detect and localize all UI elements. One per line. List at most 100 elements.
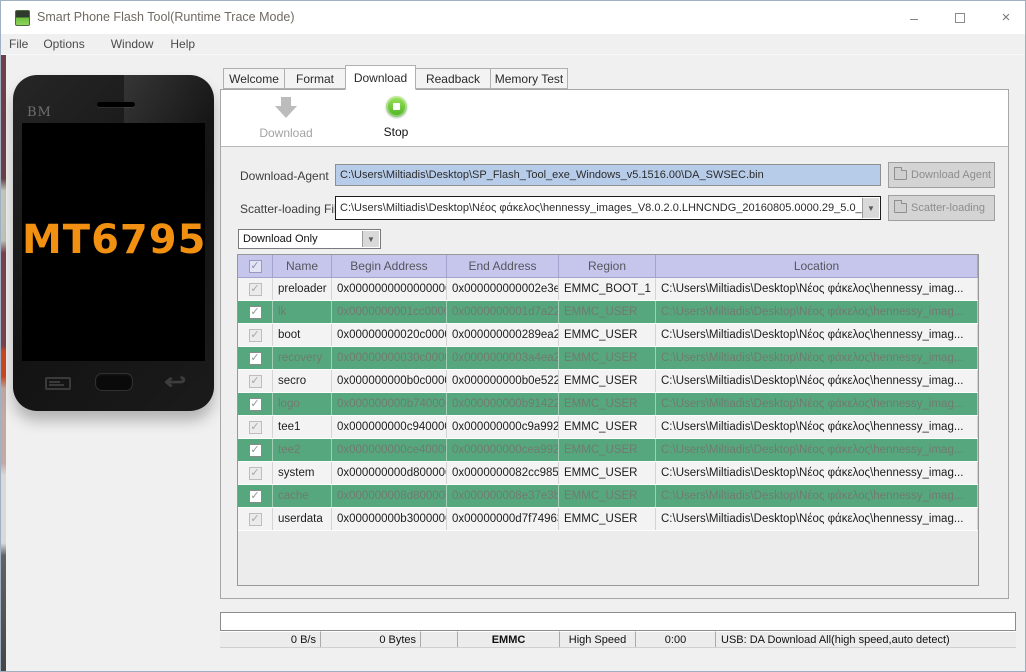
row-checkbox-cell[interactable]: ✓ <box>238 370 273 392</box>
menu-file[interactable]: File <box>9 37 28 51</box>
table-row[interactable]: ✓ recovery 0x00000000030c0000 0x00000000… <box>238 347 978 370</box>
cell-region: EMMC_USER <box>559 439 656 461</box>
menu-options[interactable]: Options <box>43 37 84 51</box>
scatter-file-field[interactable]: C:\Users\Miltiadis\Desktop\Νέος φάκελος\… <box>335 196 881 220</box>
cell-end-address: 0x000000000b91422b <box>447 393 559 415</box>
scatter-browse-button[interactable]: Scatter-loading <box>888 195 995 221</box>
row-checkbox-cell[interactable]: ✓ <box>238 393 273 415</box>
cell-location: C:\Users\Miltiadis\Desktop\Νέος φάκελος\… <box>656 324 978 346</box>
table-row[interactable]: ✓ logo 0x000000000b740000 0x000000000b91… <box>238 393 978 416</box>
cell-location: C:\Users\Miltiadis\Desktop\Νέος φάκελος\… <box>656 485 978 507</box>
cell-begin-address: 0x00000000020c0000 <box>332 324 447 346</box>
phone-home-button <box>95 373 133 391</box>
select-all-checkbox[interactable]: ✓ <box>248 259 262 273</box>
status-bytes: 0 Bytes <box>321 631 421 647</box>
phone-screen: MT6795 <box>22 123 205 361</box>
table-row[interactable]: ✓ tee1 0x000000000c940000 0x000000000c9a… <box>238 416 978 439</box>
table-header-row: ✓ Name Begin Address End Address Region … <box>238 255 978 278</box>
cell-name: lk <box>273 301 332 323</box>
table-row[interactable]: ✓ cache 0x000000008d800000 0x000000008e3… <box>238 485 978 508</box>
download-button[interactable]: Download <box>241 96 331 140</box>
row-checkbox-cell[interactable]: ✓ <box>238 301 273 323</box>
table-row[interactable]: ✓ boot 0x00000000020c0000 0x000000000289… <box>238 324 978 347</box>
row-checkbox-cell[interactable]: ✓ <box>238 278 273 300</box>
header-checkbox-cell[interactable]: ✓ <box>238 255 273 278</box>
table-row[interactable]: ✓ userdata 0x00000000b3000000 0x00000000… <box>238 508 978 531</box>
cell-begin-address: 0x000000000d800000 <box>332 462 447 484</box>
tab-format[interactable]: Format <box>284 68 346 89</box>
scatter-file-label: Scatter-loading File <box>240 202 344 216</box>
header-begin-address[interactable]: Begin Address <box>332 255 447 278</box>
header-region[interactable]: Region <box>559 255 656 278</box>
row-checkbox-cell[interactable]: ✓ <box>238 508 273 530</box>
row-checkbox[interactable]: ✓ <box>248 397 262 411</box>
row-checkbox[interactable]: ✓ <box>248 420 262 434</box>
cell-end-address: 0x0000000003a4ea2b <box>447 347 559 369</box>
download-agent-label: Download-Agent <box>240 169 329 183</box>
cell-begin-address: 0x000000000ce40000 <box>332 439 447 461</box>
table-row[interactable]: ✓ system 0x000000000d800000 0x0000000082… <box>238 462 978 485</box>
maximize-button[interactable] <box>943 7 977 29</box>
row-checkbox[interactable]: ✓ <box>248 282 262 296</box>
row-checkbox[interactable]: ✓ <box>248 443 262 457</box>
cell-name: userdata <box>273 508 332 530</box>
cell-begin-address: 0x0000000001cc0000 <box>332 301 447 323</box>
cell-end-address: 0x000000000002e3e3 <box>447 278 559 300</box>
row-checkbox[interactable]: ✓ <box>248 305 262 319</box>
row-checkbox[interactable]: ✓ <box>248 374 262 388</box>
table-row[interactable]: ✓ lk 0x0000000001cc0000 0x0000000001d7a2… <box>238 301 978 324</box>
row-checkbox-cell[interactable]: ✓ <box>238 462 273 484</box>
header-end-address[interactable]: End Address <box>447 255 559 278</box>
cell-begin-address: 0x00000000030c0000 <box>332 347 447 369</box>
row-checkbox-cell[interactable]: ✓ <box>238 485 273 507</box>
cell-end-address: 0x000000000b0e522b <box>447 370 559 392</box>
table-row[interactable]: ✓ tee2 0x000000000ce40000 0x000000000cea… <box>238 439 978 462</box>
cell-end-address: 0x000000000cea992b <box>447 439 559 461</box>
tab-memory-test[interactable]: Memory Test <box>490 68 568 89</box>
status-elapsed-time: 0:00 <box>636 631 716 647</box>
tab-readback[interactable]: Readback <box>415 68 491 89</box>
phone-graphic: BM MT6795 ↩ <box>13 75 214 411</box>
download-agent-field[interactable]: C:\Users\Miltiadis\Desktop\SP_Flash_Tool… <box>335 164 881 186</box>
download-mode-select[interactable]: Download Only ▼ <box>238 229 381 249</box>
table-row[interactable]: ✓ secro 0x000000000b0c0000 0x000000000b0… <box>238 370 978 393</box>
tab-welcome[interactable]: Welcome <box>223 68 285 89</box>
row-checkbox[interactable]: ✓ <box>248 489 262 503</box>
row-checkbox-cell[interactable]: ✓ <box>238 347 273 369</box>
close-button[interactable]: × <box>989 7 1023 29</box>
cell-name: tee2 <box>273 439 332 461</box>
header-location[interactable]: Location <box>656 255 978 278</box>
menu-window[interactable]: Window <box>111 37 154 51</box>
cell-location: C:\Users\Miltiadis\Desktop\Νέος φάκελος\… <box>656 508 978 530</box>
tab-download[interactable]: Download <box>345 65 416 90</box>
row-checkbox[interactable]: ✓ <box>248 351 262 365</box>
row-checkbox-cell[interactable]: ✓ <box>238 439 273 461</box>
table-row[interactable]: ✓ preloader 0x0000000000000000 0x0000000… <box>238 278 978 301</box>
cell-location: C:\Users\Miltiadis\Desktop\Νέος φάκελος\… <box>656 301 978 323</box>
cell-region: EMMC_USER <box>559 324 656 346</box>
cell-end-address: 0x0000000082cc9853 <box>447 462 559 484</box>
chip-name-label: MT6795 <box>22 217 207 264</box>
phone-back-icon: ↩ <box>163 369 186 394</box>
stop-button[interactable]: Stop <box>351 96 441 139</box>
cell-region: EMMC_USER <box>559 301 656 323</box>
download-agent-browse-button[interactable]: Download Agent <box>888 162 995 188</box>
scatter-button-label: Scatter-loading <box>911 202 985 214</box>
window-title: Smart Phone Flash Tool(Runtime Trace Mod… <box>37 10 295 24</box>
row-checkbox[interactable]: ✓ <box>248 328 262 342</box>
scatter-file-value: C:\Users\Miltiadis\Desktop\Νέος φάκελος\… <box>340 202 874 214</box>
minimize-button[interactable]: – <box>897 7 931 29</box>
progress-bar <box>220 612 1016 631</box>
phone-brand-label: BM <box>27 105 52 120</box>
row-checkbox-cell[interactable]: ✓ <box>238 324 273 346</box>
download-agent-button-label: Download Agent <box>911 169 992 181</box>
table-body: ✓ preloader 0x0000000000000000 0x0000000… <box>238 278 978 531</box>
row-checkbox-cell[interactable]: ✓ <box>238 416 273 438</box>
header-name[interactable]: Name <box>273 255 332 278</box>
row-checkbox[interactable]: ✓ <box>248 512 262 526</box>
row-checkbox[interactable]: ✓ <box>248 466 262 480</box>
menu-help[interactable]: Help <box>170 37 195 51</box>
scatter-dropdown-arrow-icon[interactable]: ▼ <box>862 198 879 218</box>
status-usb-mode: USB: DA Download All(high speed,auto det… <box>716 631 1016 647</box>
cell-location: C:\Users\Miltiadis\Desktop\Νέος φάκελος\… <box>656 393 978 415</box>
